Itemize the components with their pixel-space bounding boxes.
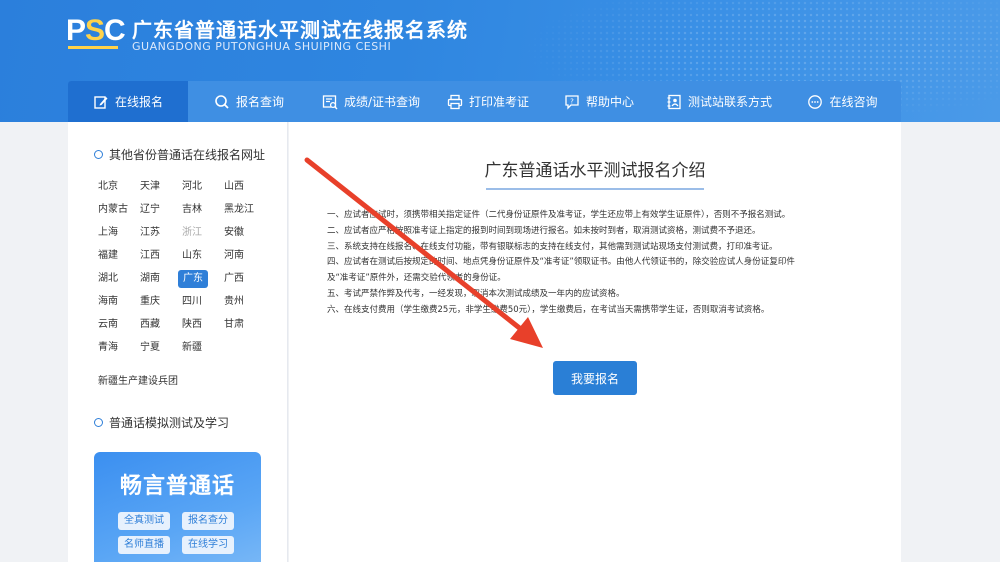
province-link[interactable]: 福建 xyxy=(94,247,136,265)
promo-title: 畅言普通话 xyxy=(119,474,235,499)
title-underline xyxy=(486,188,704,190)
edit-icon xyxy=(93,94,109,110)
province-link[interactable]: 重庆 xyxy=(136,293,178,311)
province-link[interactable]: 云南 xyxy=(94,316,136,334)
province-link[interactable]: 吉林 xyxy=(178,201,220,219)
main-content: 广东普通话水平测试报名介绍 一、应试者应试时，须携带相关指定证件（二代身份证原件… xyxy=(289,122,901,562)
nav-label: 报名查询 xyxy=(235,95,284,109)
province-link[interactable]: 山西 xyxy=(220,178,262,196)
provinces-heading: 其他省份普通话在线报名网址 xyxy=(94,146,265,163)
nav-online-signup[interactable]: 在线报名 xyxy=(68,81,188,122)
contact-book-icon xyxy=(666,94,682,110)
page-title: 广东普通话水平测试报名介绍 xyxy=(484,161,706,181)
province-link[interactable]: 安徽 xyxy=(220,224,262,242)
province-link[interactable]: 辽宁 xyxy=(136,201,178,219)
province-link[interactable]: 江苏 xyxy=(136,224,178,242)
circle-bullet-icon xyxy=(94,418,103,427)
province-link[interactable]: 河北 xyxy=(178,178,220,196)
site-title: 广东省普通话水平测试在线报名系统 xyxy=(132,18,468,42)
nav-label: 在线咨询 xyxy=(829,95,878,109)
rule-item: 二、应试者应严格按照准考证上指定的报到时间到现场进行报名。如未按时到者，取消测试… xyxy=(327,225,761,236)
nav-test-station-contact[interactable]: 测试站联系方式 xyxy=(654,81,784,122)
promo-tag[interactable]: 全真测试 xyxy=(118,512,170,530)
rule-item: 一、应试者应试时，须携带相关指定证件（二代身份证原件及准考证，学生还应带上有效学… xyxy=(327,210,791,220)
province-link[interactable]: 上海 xyxy=(94,224,136,242)
province-link[interactable]: 贵州 xyxy=(220,293,262,311)
chat-icon xyxy=(807,94,823,110)
provinces-heading-text: 其他省份普通话在线报名网址 xyxy=(109,148,266,162)
province-link[interactable]: 浙江 xyxy=(178,224,220,242)
search-icon xyxy=(214,94,230,110)
nav-label: 打印准考证 xyxy=(468,95,529,109)
signup-button[interactable]: 我要报名 xyxy=(553,361,637,395)
province-link[interactable]: 甘肃 xyxy=(220,316,262,334)
province-link[interactable]: 黑龙江 xyxy=(220,201,262,219)
nav-label: 测试站联系方式 xyxy=(687,95,772,109)
rule-item: 四、应试者在测试后按规定的时间、地点凭身份证原件及“准考证”领取证书。由他人代领… xyxy=(327,257,795,268)
rule-item: 及“准考证”原件外，还需交验代领者的身份证。 xyxy=(327,273,506,284)
nav-score-certificate-query[interactable]: 成绩/证书查询 xyxy=(310,81,432,122)
rule-item: 三、系统支持在线报名、在线支付功能，带有银联标志的支持在线支付，其他需到测试站现… xyxy=(327,241,778,252)
svg-text:?: ? xyxy=(570,97,574,105)
province-link[interactable]: 广西 xyxy=(220,270,262,288)
logo-underline xyxy=(68,46,118,49)
province-link[interactable]: 内蒙古 xyxy=(94,201,136,219)
province-link[interactable]: 湖南 xyxy=(136,270,178,288)
changyan-promo-banner[interactable]: 畅言普通话 全真测试 报名查分 名师直播 在线学习 xyxy=(94,452,261,562)
promo-tag[interactable]: 名师直播 xyxy=(118,536,170,554)
promo-tag[interactable]: 报名查分 xyxy=(182,512,234,530)
nav-label: 在线报名 xyxy=(114,95,163,109)
nav-signup-query[interactable]: 报名查询 xyxy=(188,81,310,122)
province-link[interactable]: 陕西 xyxy=(178,316,220,334)
circle-bullet-icon xyxy=(94,150,103,159)
certificate-search-icon xyxy=(322,94,338,110)
printer-icon xyxy=(447,94,463,110)
province-link[interactable]: 海南 xyxy=(94,293,136,311)
nav-help-center[interactable]: ? 帮助中心 xyxy=(544,81,654,122)
province-link-xinjiang-corps[interactable]: 新疆生产建设兵团 xyxy=(98,372,178,387)
province-link[interactable]: 广东 xyxy=(178,270,208,288)
province-link[interactable]: 山东 xyxy=(178,247,220,265)
province-link[interactable]: 宁夏 xyxy=(136,339,178,357)
practice-heading: 普通话模拟测试及学习 xyxy=(94,414,229,431)
province-link[interactable]: 天津 xyxy=(136,178,178,196)
province-link[interactable]: 北京 xyxy=(94,178,136,196)
rule-item: 六、在线支付费用（学生缴费25元，非学生缴费50元），学生缴费后，在考试当天需携… xyxy=(327,304,770,315)
main-nav: 在线报名 报名查询 成绩/证书查询 打印准考证 ? 帮助中心 测试站联系方式 在… xyxy=(68,81,901,122)
province-link-grid: 北京 天津 河北 山西内蒙古 辽宁 吉林 黑龙江上海 江苏 浙江 安徽福建 江西 山东 河南湖北 湖南 广东… xyxy=(94,178,264,357)
nav-label: 成绩/证书查询 xyxy=(343,95,421,109)
practice-heading-text: 普通话模拟测试及学习 xyxy=(109,416,230,430)
province-link[interactable]: 四川 xyxy=(178,293,220,311)
signup-rules: 一、应试者应试时，须携带相关指定证件（二代身份证原件及准考证，学生还应带上有效学… xyxy=(327,208,867,319)
nav-print-ticket[interactable]: 打印准考证 xyxy=(432,81,544,122)
province-link[interactable]: 江西 xyxy=(136,247,178,265)
province-link[interactable]: 新疆 xyxy=(178,339,220,357)
site-subtitle: GUANGDONG PUTONGHUA SHUIPING CESHI xyxy=(132,40,392,53)
province-link[interactable]: 西藏 xyxy=(136,316,178,334)
province-link[interactable]: 湖北 xyxy=(94,270,136,288)
promo-tag[interactable]: 在线学习 xyxy=(182,536,234,554)
province-link[interactable]: 青海 xyxy=(94,339,136,357)
province-link[interactable]: 河南 xyxy=(220,247,262,265)
nav-label: 帮助中心 xyxy=(585,95,634,109)
nav-online-consult[interactable]: 在线咨询 xyxy=(784,81,901,122)
sidebar: 其他省份普通话在线报名网址 北京 天津 河北 山西内蒙古 辽宁 吉林 黑龙江上海 江苏 浙江 安徽… xyxy=(68,122,288,562)
rule-item: 五、考试严禁作弊及代考，一经发现，取消本次测试成绩及一年内的应试资格。 xyxy=(327,288,625,299)
help-icon: ? xyxy=(564,94,580,110)
